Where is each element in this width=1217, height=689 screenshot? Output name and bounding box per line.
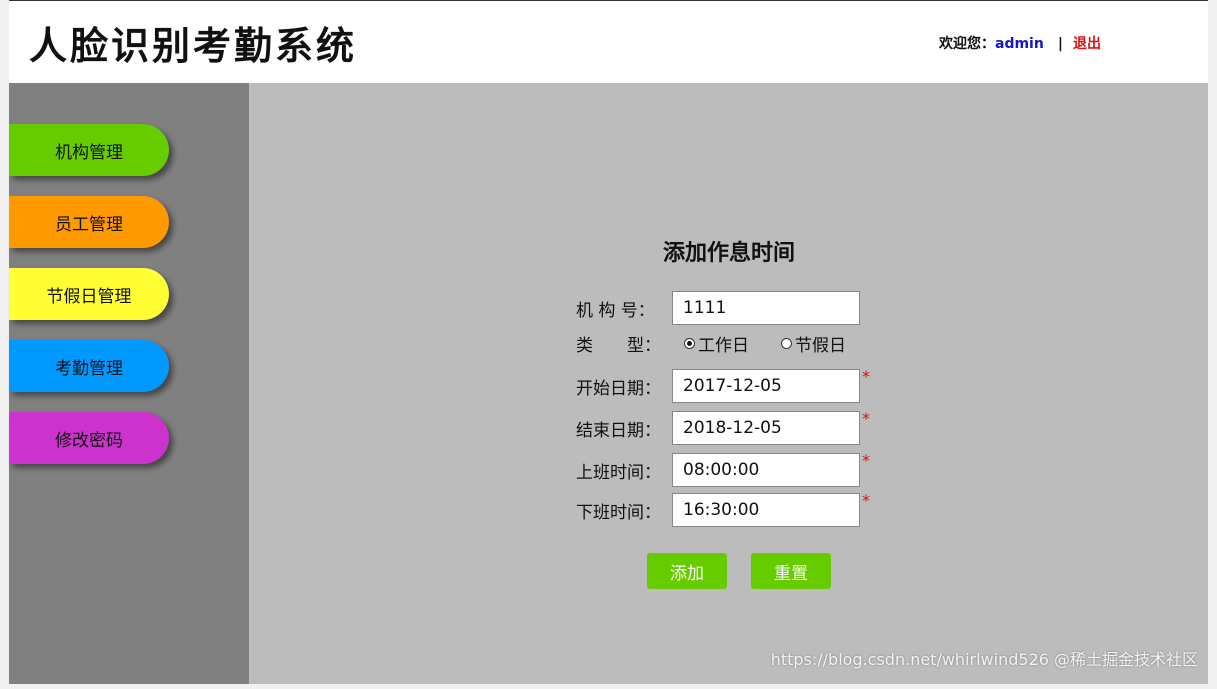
end-date-input[interactable] (672, 411, 860, 445)
sidebar-item-employee-management[interactable]: 员工管理 (9, 196, 169, 248)
org-row: 机 构 号： (576, 289, 860, 327)
header: 人脸识别考勤系统 欢迎您：admin | 退出 (9, 1, 1208, 83)
sidebar-item-holiday-management[interactable]: 节假日管理 (9, 268, 169, 320)
off-duty-row: 下班时间： * (576, 491, 870, 529)
form-title: 添加作息时间 (662, 241, 795, 266)
type-option-workday[interactable]: 工作日 (684, 331, 749, 356)
org-number-input[interactable] (672, 291, 860, 325)
org-label: 机 构 号： (576, 300, 655, 321)
app-frame: 人脸识别考勤系统 欢迎您：admin | 退出 机构管理 员工管理 节假日管理 考勤… (9, 0, 1208, 684)
type-option-holiday[interactable]: 节假日 (781, 331, 846, 356)
on-duty-time-input[interactable] (672, 453, 860, 487)
required-mark: * (862, 367, 870, 386)
separator: | (1057, 36, 1063, 52)
off-duty-time-input[interactable] (672, 493, 860, 527)
type-row: 类 型： 工作日 节假日 (576, 328, 878, 358)
username: admin (995, 36, 1044, 52)
required-mark: * (862, 409, 870, 428)
add-button[interactable]: 添加 (647, 553, 727, 589)
sidebar-item-label: 机构管理 (55, 142, 123, 163)
radio-unchecked-icon (781, 337, 792, 349)
main-content: 添加作息时间 机 构 号： 类 型： 工作日 节假日 开始日期： * 结束日期： (249, 83, 1208, 684)
on-duty-label: 上班时间： (576, 462, 661, 483)
required-mark: * (862, 491, 870, 510)
sidebar-item-attendance-management[interactable]: 考勤管理 (9, 340, 169, 392)
sidebar-item-label: 考勤管理 (55, 358, 123, 379)
app-title: 人脸识别考勤系统 (29, 23, 358, 68)
reset-button[interactable]: 重置 (751, 553, 831, 589)
logout-link[interactable]: 退出 (1073, 36, 1101, 52)
sidebar-item-org-management[interactable]: 机构管理 (9, 124, 169, 176)
start-date-input[interactable] (672, 369, 860, 403)
sidebar: 机构管理 员工管理 节假日管理 考勤管理 修改密码 (9, 83, 249, 684)
start-date-label: 开始日期： (576, 378, 661, 399)
required-mark: * (862, 451, 870, 470)
on-duty-row: 上班时间： * (576, 451, 870, 489)
off-duty-label: 下班时间： (576, 502, 661, 523)
watermark: https://blog.csdn.net/whirlwind526 @稀土掘金… (770, 650, 1198, 669)
welcome-label: 欢迎您： (939, 36, 995, 52)
radio-checked-icon (684, 337, 695, 349)
user-bar: 欢迎您：admin | 退出 (939, 33, 1101, 53)
end-date-row: 结束日期： * (576, 409, 870, 447)
sidebar-item-change-password[interactable]: 修改密码 (9, 412, 169, 464)
sidebar-item-label: 修改密码 (55, 430, 123, 451)
sidebar-item-label: 节假日管理 (46, 286, 132, 307)
type-option-label: 节假日 (795, 335, 846, 356)
type-label: 类 型： (576, 335, 661, 356)
type-option-label: 工作日 (698, 335, 749, 356)
end-date-label: 结束日期： (576, 420, 661, 441)
start-date-row: 开始日期： * (576, 367, 870, 405)
sidebar-item-label: 员工管理 (55, 214, 123, 235)
